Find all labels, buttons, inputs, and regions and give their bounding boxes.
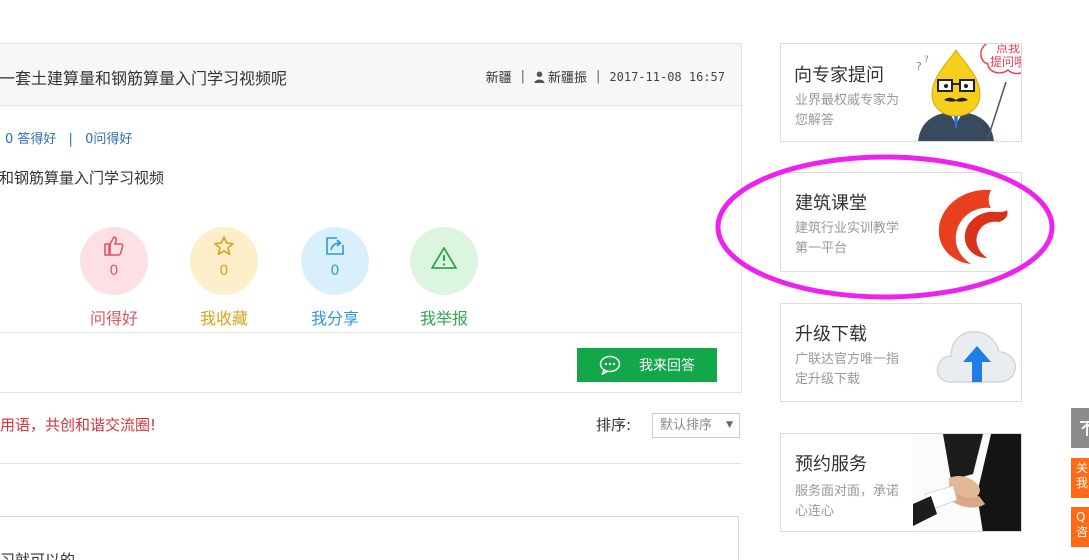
answer-button-label: 我来回答 — [639, 357, 695, 373]
share-label: 我分享 — [310, 309, 359, 328]
svg-text:提问哦: 提问哦 — [990, 54, 1022, 69]
ask-good-count: 0 — [109, 263, 119, 279]
stats-separator: | — [68, 132, 73, 147]
stats-answers: 0 答得好 — [5, 132, 57, 147]
svg-text:点我: 点我 — [996, 43, 1020, 55]
follow-us-tab[interactable]: 关我 — [1071, 458, 1089, 498]
ask-expert-card[interactable]: 向专家提问 业界最权威专家为您解答 ? ? 点我 提问哦 — [780, 43, 1022, 142]
share-circle: 0 — [301, 227, 369, 295]
ask-good-label: 问得好 — [89, 309, 138, 328]
appointment-service-desc: 服务面对面，承诺心连心 — [795, 484, 900, 519]
star-icon — [214, 236, 234, 256]
meta-separator: | — [596, 69, 601, 84]
question-author[interactable]: 新疆振 — [548, 67, 587, 86]
back-to-top-tab[interactable] — [1071, 408, 1089, 448]
question-region[interactable]: 新疆 — [486, 67, 512, 86]
question-title: 一套土建算量和钢筋算量入门学习视频呢 — [0, 69, 288, 88]
class-logo-icon — [938, 189, 1008, 264]
question-stats: 0 答得好 | 0问得好 — [5, 128, 132, 147]
favorite-button[interactable]: 0 我收藏 — [190, 227, 258, 329]
svg-text:?: ? — [924, 55, 929, 65]
ask-expert-desc: 业界最权威专家为您解答 — [795, 93, 900, 128]
divider — [0, 463, 741, 464]
thumbs-up-icon — [104, 236, 124, 256]
qq-consult-tab[interactable]: Q咨 — [1071, 507, 1089, 547]
chat-icon — [599, 355, 621, 375]
handshake-photo-icon — [913, 434, 1021, 531]
building-class-card[interactable]: 建筑课堂 建筑行业实训教学第一平台 — [780, 172, 1022, 272]
warning-icon — [431, 247, 457, 269]
action-row: 0 问得好 0 我收藏 0 我分享 我举报 — [80, 227, 500, 329]
community-notice: 用语，共创和谐交流圈! — [0, 416, 157, 434]
meta-separator: | — [520, 69, 525, 84]
appointment-service-card[interactable]: 预约服务 服务面对面，承诺心连心 — [780, 433, 1022, 532]
question-header: 一套土建算量和钢筋算量入门学习视频呢 新疆 | 新疆振 | 2017-11-08… — [0, 44, 741, 106]
stats-asks: 0问得好 — [85, 132, 133, 147]
upgrade-download-title: 升级下载 — [795, 324, 867, 345]
share-button[interactable]: 0 我分享 — [301, 227, 369, 329]
answer-button[interactable]: 我来回答 — [577, 348, 717, 382]
report-label: 我举报 — [419, 309, 468, 328]
share-icon — [326, 237, 344, 255]
question-description: 和钢筋算量入门学习视频 — [0, 169, 165, 187]
svg-text:?: ? — [916, 60, 922, 73]
favorite-count: 0 — [219, 263, 229, 279]
favorite-circle: 0 — [190, 227, 258, 295]
answer-preview-text: 习就可以的 — [0, 551, 76, 560]
user-icon — [534, 71, 545, 83]
ask-expert-title: 向专家提问 — [794, 65, 884, 86]
question-card: 一套土建算量和钢筋算量入门学习视频呢 新疆 | 新疆振 | 2017-11-08… — [0, 43, 742, 393]
cloud-upload-icon — [936, 331, 1017, 383]
upgrade-download-card[interactable]: 升级下载 广联达官方唯一指定升级下载 — [780, 303, 1022, 402]
share-count: 0 — [330, 263, 340, 279]
ask-good-button[interactable]: 0 问得好 — [80, 227, 148, 329]
speech-bubble-icon: 点我 提问哦 — [980, 43, 1022, 75]
upgrade-download-desc: 广联达官方唯一指定升级下载 — [795, 352, 900, 387]
question-footer: 我来回答 — [0, 332, 741, 392]
page: 一套土建算量和钢筋算量入门学习视频呢 新疆 | 新疆振 | 2017-11-08… — [0, 0, 1089, 560]
answer-input-box[interactable] — [0, 516, 739, 560]
ask-good-circle: 0 — [80, 227, 148, 295]
building-class-title: 建筑课堂 — [795, 193, 867, 214]
question-time: 2017-11-08 16:57 — [609, 69, 725, 84]
report-circle — [410, 227, 478, 295]
dropdown-arrow-icon: ▼ — [726, 420, 733, 430]
question-meta: 新疆 | 新疆振 | 2017-11-08 16:57 — [486, 67, 725, 86]
sort-label: 排序: — [596, 416, 632, 434]
sort-select[interactable]: 默认排序 ▼ — [652, 413, 740, 438]
favorite-label: 我收藏 — [199, 309, 248, 328]
arrow-up-icon — [1080, 421, 1089, 436]
appointment-service-title: 预约服务 — [795, 454, 867, 475]
building-class-desc: 建筑行业实训教学第一平台 — [795, 221, 900, 256]
report-button[interactable]: 我举报 — [410, 227, 478, 329]
sort-selected-value: 默认排序 — [660, 418, 713, 433]
